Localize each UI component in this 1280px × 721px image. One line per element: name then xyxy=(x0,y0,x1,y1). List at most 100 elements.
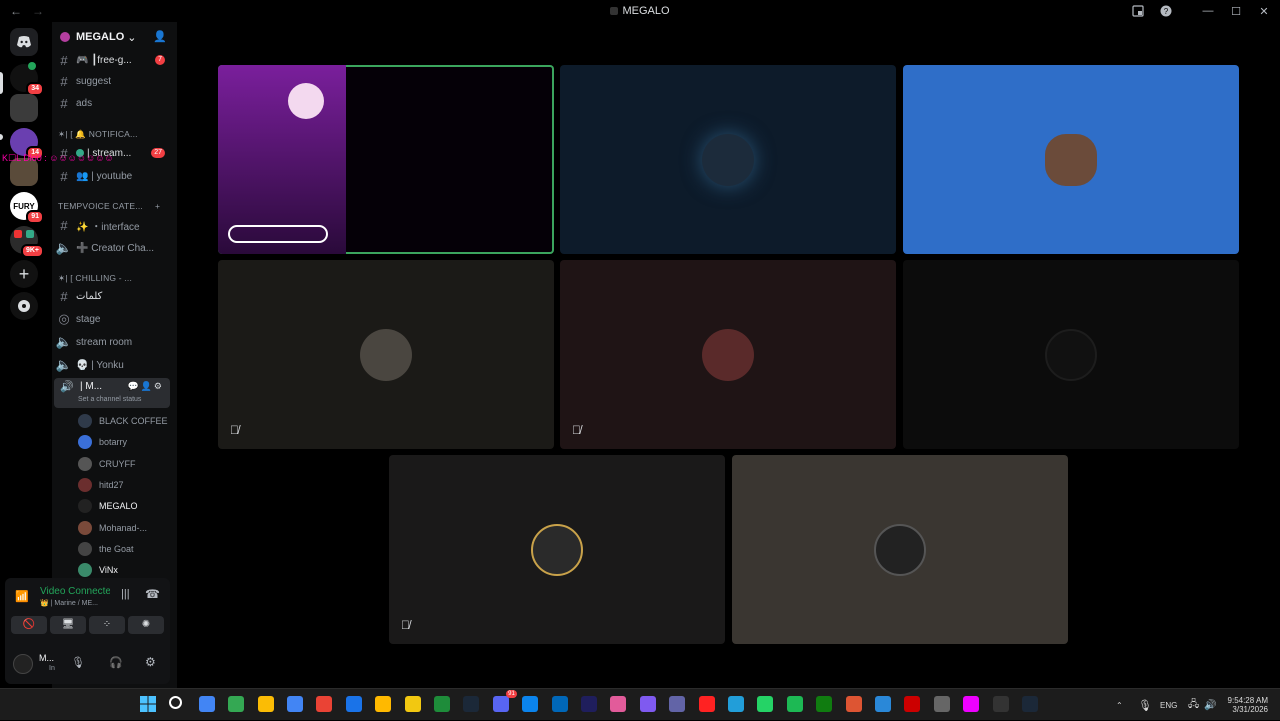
channel-interface[interactable]: # ✨ ・interface xyxy=(52,215,177,235)
tile-5[interactable]: 🎙̸ xyxy=(560,260,896,449)
tile-4[interactable]: 🎙̸ xyxy=(218,260,554,449)
signal-icon[interactable]: 📶 xyxy=(15,590,29,603)
close-icon[interactable]: ✕ xyxy=(1256,3,1272,19)
settings-gear-icon[interactable]: ⚙ xyxy=(145,655,156,669)
help-icon[interactable]: ? xyxy=(1158,3,1174,19)
network-icon[interactable]: 🖧 xyxy=(1188,689,1199,721)
channel-stream-room[interactable]: 🔈 stream room xyxy=(52,332,177,352)
forward-arrow-icon[interactable]: → xyxy=(30,3,46,19)
telegram-icon[interactable] xyxy=(728,696,744,712)
active-voice-channel[interactable]: 🔊 | M... 💬👤⚙ Set a channel status xyxy=(54,378,170,408)
excel-icon[interactable] xyxy=(434,696,450,712)
tile-7[interactable]: 🎙̸ xyxy=(389,455,725,644)
connected-channel[interactable]: 👑 | Marine / ME... xyxy=(40,599,98,607)
chrome-icon[interactable] xyxy=(287,696,303,712)
chrome-icon[interactable] xyxy=(316,696,333,712)
file-explorer-icon[interactable] xyxy=(375,696,392,712)
server-icon-1[interactable]: 34 xyxy=(10,62,44,96)
category-chilling[interactable]: ✶| [ CHILLING - ... xyxy=(58,273,132,284)
clock[interactable]: 9:54:28 AM 3/31/2026 xyxy=(1226,689,1268,721)
headphones-icon[interactable]: 🎧 xyxy=(109,656,123,669)
discord-icon[interactable]: 91 xyxy=(492,690,517,712)
back-arrow-icon[interactable]: ← xyxy=(8,3,24,19)
noise-suppression-icon[interactable]: ||| xyxy=(121,588,130,600)
volume-icon[interactable]: 🔊 xyxy=(1204,689,1216,721)
invite-people-icon[interactable]: 👤 xyxy=(153,30,167,43)
channel-youtube[interactable]: # 👥 | youtube xyxy=(52,166,177,186)
chrome-icon[interactable] xyxy=(257,696,274,712)
tray-chevron-icon[interactable]: ⌃ xyxy=(1116,689,1123,721)
inbox-icon[interactable] xyxy=(1130,3,1146,19)
user-avatar[interactable] xyxy=(13,654,33,674)
steam-icon[interactable] xyxy=(1022,696,1038,712)
camera-off-button[interactable]: 🚫 xyxy=(11,616,47,634)
spotify-icon[interactable] xyxy=(786,696,803,712)
server-header[interactable]: MEGALO ⌄ 👤 xyxy=(52,22,177,52)
app-icon[interactable] xyxy=(845,696,862,712)
server-icon-fury[interactable]: FURY 91 xyxy=(10,192,44,224)
server-icon-3[interactable]: 14 xyxy=(10,128,44,160)
premiere-icon[interactable] xyxy=(581,696,597,712)
edge-icon[interactable] xyxy=(522,696,539,712)
voice-user[interactable]: botarry xyxy=(78,432,127,452)
mic-tray-icon[interactable]: 🎙 xyxy=(1138,689,1152,721)
search-icon[interactable] xyxy=(169,696,183,709)
voice-user[interactable]: hitd27 xyxy=(78,475,124,495)
app-icon[interactable] xyxy=(904,696,921,712)
tile-6[interactable] xyxy=(903,260,1239,449)
minimize-icon[interactable]: — xyxy=(1200,3,1216,19)
app-icon[interactable] xyxy=(875,696,891,712)
microphone-icon[interactable]: 🎙 xyxy=(71,656,85,669)
photos-icon[interactable] xyxy=(551,696,568,712)
channel-arabic[interactable]: # كلمات xyxy=(52,286,177,306)
server-icon-megalo[interactable] xyxy=(10,94,38,122)
screen-share-button[interactable]: 🖥 xyxy=(50,616,86,634)
soundboard-button[interactable]: ✺ xyxy=(128,616,164,634)
teams-icon[interactable] xyxy=(669,696,686,712)
whatsapp-icon[interactable] xyxy=(757,696,774,712)
steam-icon[interactable] xyxy=(463,696,480,712)
opera-icon[interactable] xyxy=(698,696,715,712)
maximize-icon[interactable]: ☐ xyxy=(1228,3,1244,19)
app-icon[interactable] xyxy=(639,696,656,712)
channel-suggest[interactable]: # suggest xyxy=(52,71,177,91)
tile-2[interactable] xyxy=(560,65,896,254)
tile-8[interactable] xyxy=(732,455,1068,644)
disconnect-icon[interactable]: ☎ xyxy=(145,587,160,601)
instagram-icon[interactable] xyxy=(610,696,627,712)
tile-3[interactable] xyxy=(903,65,1239,254)
xbox-icon[interactable] xyxy=(816,696,833,712)
server-icon-6[interactable]: 9K+ xyxy=(10,226,44,258)
language-indicator[interactable]: ENG xyxy=(1160,689,1177,721)
tile-1[interactable] xyxy=(218,65,554,254)
channel-yonku[interactable]: 🔈 💀 | Yonku xyxy=(52,355,177,375)
category-notifications[interactable]: ✶| [ 🔔 NOTIFICA... xyxy=(58,129,138,140)
app-icon[interactable] xyxy=(404,696,421,712)
chrome-icon[interactable] xyxy=(228,696,245,712)
server-mini-2 xyxy=(26,230,34,238)
voice-user[interactable]: CRUYFF xyxy=(78,454,136,474)
channel-status-text[interactable]: Set a channel status xyxy=(78,396,141,403)
channel-free-games[interactable]: # 🎮 ┃free-g... 7 xyxy=(52,50,177,70)
add-channel-icon[interactable]: + xyxy=(155,201,160,211)
voice-user[interactable]: Mohanad-... xyxy=(78,518,147,538)
activities-button[interactable]: ⁘ xyxy=(89,616,125,634)
add-server-icon[interactable]: + xyxy=(10,260,38,288)
channel-creator[interactable]: 🔈 ➕ Creator Cha... xyxy=(52,238,177,258)
explore-icon[interactable] xyxy=(10,292,38,320)
edge-icon[interactable] xyxy=(345,696,362,712)
channel-actions-icons[interactable]: 💬👤⚙ xyxy=(128,381,164,392)
voice-user[interactable]: MEGALO xyxy=(78,496,138,516)
app-icon[interactable] xyxy=(992,696,1009,712)
discord-home-icon[interactable] xyxy=(10,28,38,56)
hash-icon: # xyxy=(60,95,68,111)
voice-user[interactable]: BLACK COFFEE xyxy=(78,411,168,431)
windows-start-icon[interactable] xyxy=(140,696,156,712)
app-icon[interactable] xyxy=(933,696,950,712)
chrome-icon[interactable] xyxy=(198,696,215,712)
channel-stage[interactable]: ◎ stage xyxy=(52,309,177,329)
category-tempvoice[interactable]: TEMPVOICE CATE... + xyxy=(58,201,160,211)
app-icon[interactable] xyxy=(963,696,980,712)
voice-user[interactable]: the Goat xyxy=(78,539,134,559)
channel-ads[interactable]: # ads xyxy=(52,93,177,113)
